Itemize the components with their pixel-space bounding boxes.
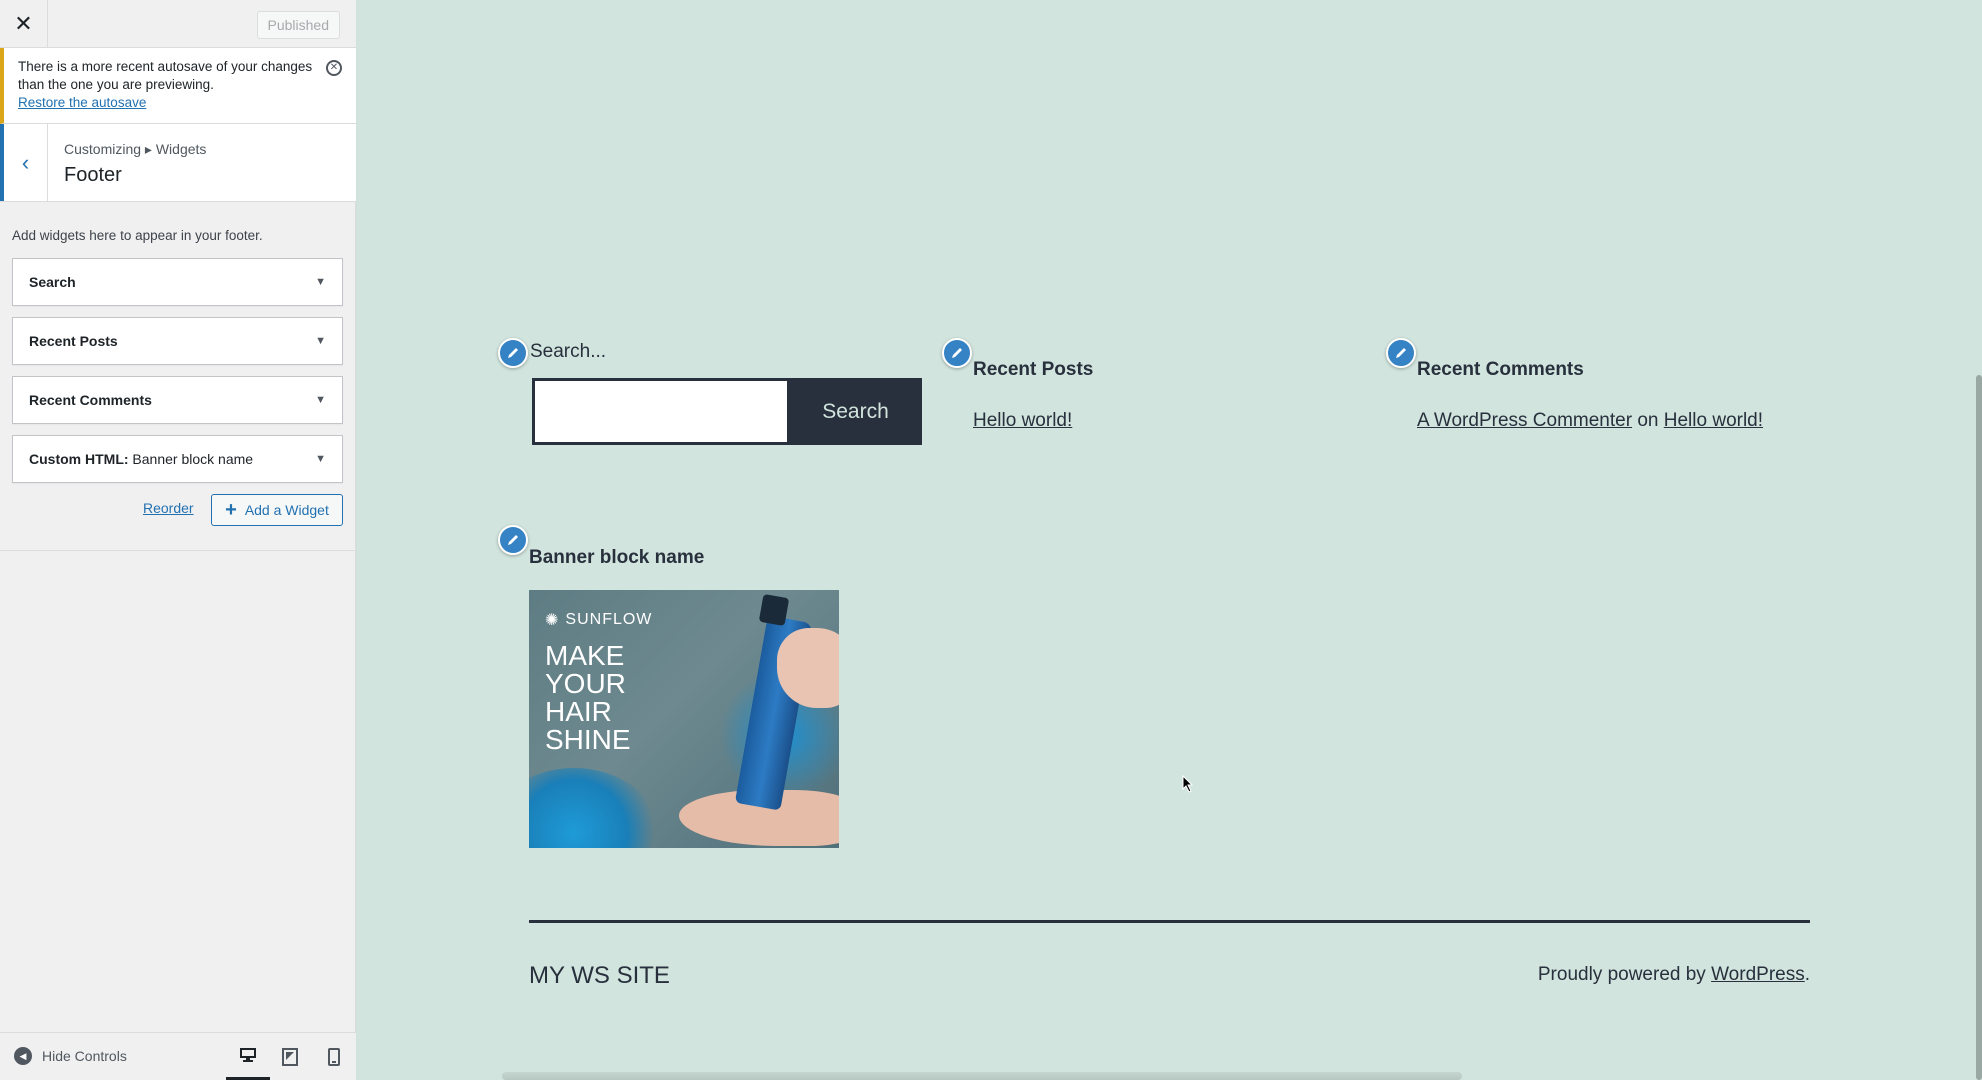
expand-arrow-icon[interactable]: ▼: [315, 453, 326, 465]
on-word: on: [1637, 410, 1659, 431]
site-title[interactable]: MY WS SITE: [529, 962, 670, 990]
recent-comment-entry: A WordPress Commenter on Hello world!: [1417, 410, 1763, 432]
recent-post-link[interactable]: Hello world!: [973, 410, 1072, 432]
mouse-cursor-icon: [1182, 775, 1194, 793]
reorder-link[interactable]: Reorder: [143, 500, 194, 516]
widget-label: Recent Comments: [29, 392, 152, 408]
customizer-header: ✕ Published: [0, 0, 356, 48]
widget-custom-html[interactable]: Custom HTML: Banner block name ▼: [12, 435, 343, 483]
section-header: ‹ Customizing ▸ Widgets Footer: [0, 124, 356, 202]
scrollbar[interactable]: [1976, 375, 1982, 1080]
hide-controls-button[interactable]: ◀ Hide Controls: [14, 1047, 127, 1065]
customizer-footer: ◀ Hide Controls: [0, 1032, 356, 1080]
expand-arrow-icon[interactable]: ▼: [315, 394, 326, 406]
section-description: Add widgets here to appear in your foote…: [12, 228, 263, 243]
widget-label: Search: [29, 274, 76, 290]
add-widget-button[interactable]: + Add a Widget: [211, 494, 343, 526]
expand-arrow-icon[interactable]: ▼: [315, 276, 326, 288]
restore-autosave-link[interactable]: Restore the autosave: [18, 95, 146, 110]
breadcrumb: Customizing ▸ Widgets: [64, 141, 207, 157]
section-title: Footer: [64, 164, 122, 186]
edit-pencil-icon[interactable]: [1386, 338, 1416, 368]
desktop-preview-icon[interactable]: [226, 1033, 270, 1080]
edit-pencil-icon[interactable]: [942, 338, 972, 368]
add-widget-label: Add a Widget: [244, 502, 329, 518]
site-preview: Search... Search Recent Posts Hello worl…: [357, 0, 1982, 1080]
search-input[interactable]: [532, 378, 790, 445]
widget-recent-posts[interactable]: Recent Posts ▼: [12, 317, 343, 365]
dismiss-icon[interactable]: ✕: [326, 60, 342, 76]
banner-headline: MAKE YOUR HAIR SHINE: [545, 640, 631, 755]
banner-widget-title: Banner block name: [529, 547, 705, 568]
wordpress-link[interactable]: WordPress: [1711, 964, 1805, 985]
edit-pencil-icon[interactable]: [498, 338, 528, 368]
recent-comments-title: Recent Comments: [1417, 359, 1584, 380]
comment-post-link[interactable]: Hello world!: [1664, 410, 1763, 431]
widget-label: Recent Posts: [29, 333, 118, 349]
banner-brand: ✺ SUNFLOW: [545, 611, 653, 629]
powered-by: Proudly powered by WordPress.: [1537, 964, 1810, 985]
search-button[interactable]: Search: [789, 378, 922, 445]
divider: [0, 550, 356, 551]
widget-search[interactable]: Search ▼: [12, 258, 343, 306]
collapse-icon: ◀: [14, 1047, 32, 1065]
banner-image[interactable]: ✺ SUNFLOW MAKE YOUR HAIR SHINE: [529, 590, 839, 848]
page-bottom-shadow: [502, 1072, 1462, 1080]
widget-label: Custom HTML: Banner block name: [29, 451, 254, 467]
footer-divider: [529, 920, 1810, 923]
commenter-link[interactable]: A WordPress Commenter: [1417, 410, 1632, 431]
tablet-preview-icon[interactable]: [268, 1033, 312, 1080]
notice-text: There is a more recent autosave of your …: [18, 59, 313, 92]
autosave-notice: There is a more recent autosave of your …: [0, 48, 356, 124]
hide-controls-label: Hide Controls: [42, 1048, 127, 1064]
recent-posts-title: Recent Posts: [973, 359, 1094, 380]
search-widget-label: Search...: [530, 341, 607, 362]
sunflower-logo-icon: ✺: [545, 612, 560, 629]
close-icon[interactable]: ✕: [0, 0, 48, 47]
customizer-sidebar: ✕ Published There is a more recent autos…: [0, 0, 356, 1080]
edit-pencil-icon[interactable]: [498, 525, 528, 555]
expand-arrow-icon[interactable]: ▼: [315, 335, 326, 347]
back-chevron-icon[interactable]: ‹: [0, 124, 48, 201]
plus-icon: +: [225, 499, 237, 521]
publish-button[interactable]: Published: [256, 11, 340, 39]
widget-recent-comments[interactable]: Recent Comments ▼: [12, 376, 343, 424]
mobile-preview-icon[interactable]: [312, 1033, 356, 1080]
